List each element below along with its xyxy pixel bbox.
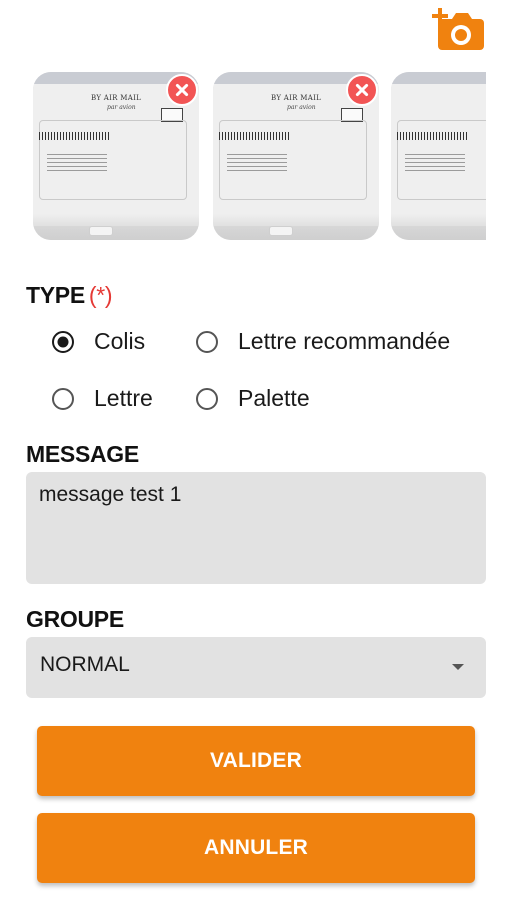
radio-option-colis[interactable]: Colis <box>52 328 145 355</box>
radio-button[interactable] <box>52 387 74 410</box>
photo-tape <box>391 72 486 84</box>
groupe-selected-value: NORMAL <box>40 653 130 676</box>
photo-gallery[interactable]: BY AIR MAIL par avion BY AIR MAIL par av… <box>33 72 486 242</box>
photo-shadow <box>33 214 199 240</box>
clip <box>269 226 293 236</box>
barcode <box>39 132 109 140</box>
type-label: TYPE (*) <box>26 282 113 309</box>
remove-photo-button[interactable] <box>346 74 378 106</box>
type-label-text: TYPE <box>26 282 85 308</box>
radio-label: Palette <box>238 385 310 411</box>
camera-plus-icon <box>432 8 484 50</box>
address-lines <box>227 154 287 174</box>
validate-button[interactable]: VALIDER <box>37 726 475 796</box>
radio-option-lettre[interactable]: Lettre <box>52 385 153 412</box>
message-textarea[interactable]: message test 1 <box>26 472 486 584</box>
barcode <box>397 132 467 140</box>
remove-photo-button[interactable] <box>166 74 198 106</box>
photo-shadow <box>213 214 379 240</box>
caret-down-icon <box>452 664 464 670</box>
clip <box>89 226 113 236</box>
radio-button[interactable] <box>196 330 218 353</box>
groupe-select[interactable]: NORMAL <box>26 637 486 698</box>
radio-option-palette[interactable]: Palette <box>196 385 310 412</box>
radio-label: Lettre recommandée <box>238 328 451 354</box>
cancel-button[interactable]: ANNULER <box>37 813 475 883</box>
airmail-text: BY AIR MAIL <box>271 94 322 102</box>
photo-thumbnail[interactable] <box>391 72 486 240</box>
groupe-label: GROUPE <box>26 606 124 632</box>
barcode <box>219 132 289 140</box>
add-photo-button[interactable] <box>432 6 486 52</box>
required-marker: (*) <box>88 282 113 308</box>
airmail-subtext: par avion <box>107 104 136 111</box>
radio-button-checked[interactable] <box>52 330 74 353</box>
address-lines <box>47 154 107 174</box>
radio-label: Lettre <box>94 385 153 411</box>
radio-button[interactable] <box>196 387 218 410</box>
airmail-text: BY AIR MAIL <box>91 94 142 102</box>
airmail-subtext: par avion <box>287 104 316 111</box>
radio-option-lettre-recommandee[interactable]: Lettre recommandée <box>196 328 450 355</box>
address-lines <box>405 154 465 174</box>
photo-shadow <box>391 214 486 240</box>
message-label: MESSAGE <box>26 441 139 467</box>
radio-label: Colis <box>94 328 146 354</box>
